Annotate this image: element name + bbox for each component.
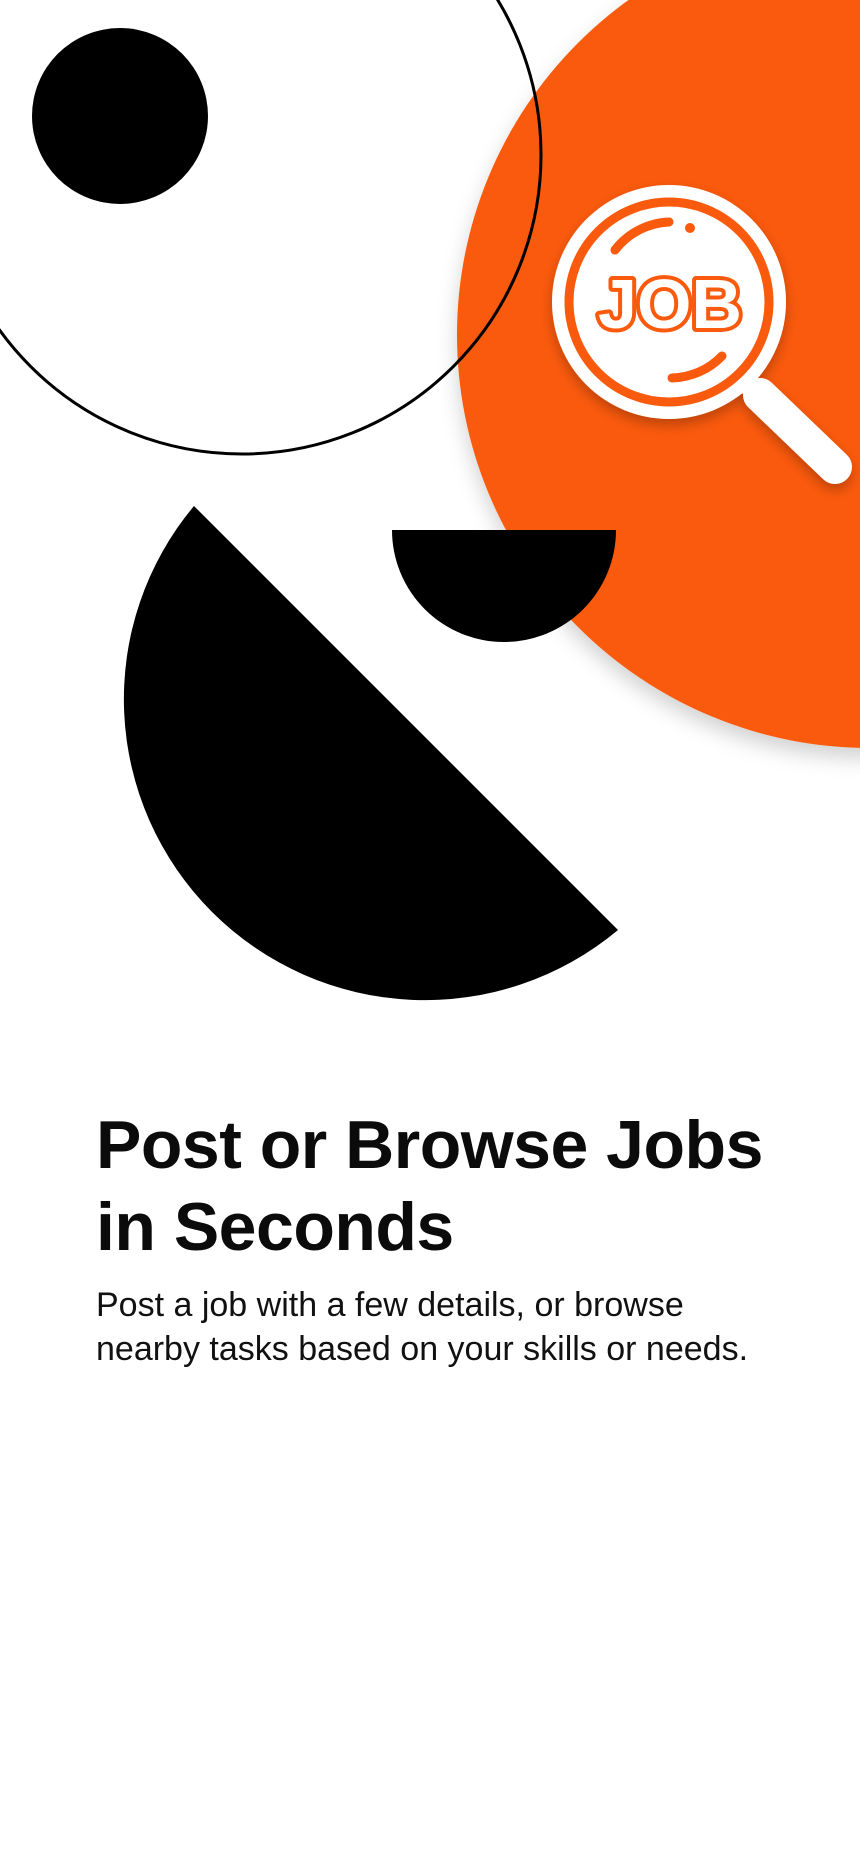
job-badge-text: JOB <box>598 265 742 343</box>
small-black-circle-shape <box>32 28 208 204</box>
onboarding-illustration: JOB <box>0 0 860 1040</box>
onboarding-title: Post or Browse Jobs in Seconds <box>96 1107 763 1265</box>
onboarding-description: Post a job with a few details, or browse… <box>96 1286 749 1368</box>
